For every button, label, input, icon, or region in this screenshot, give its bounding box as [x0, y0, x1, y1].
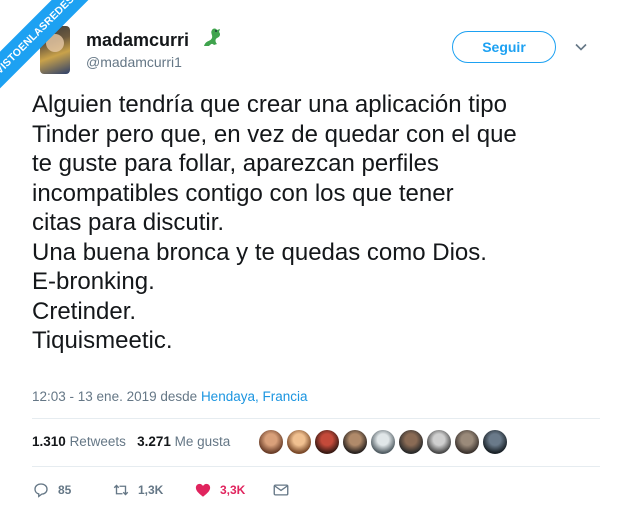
likes-label: Me gusta [174, 434, 231, 449]
like-count: 3,3K [220, 483, 246, 497]
retweets-label: Retweets [69, 434, 126, 449]
liker-avatar[interactable] [314, 429, 340, 455]
tweet-source-label: desde [160, 389, 198, 404]
user-handle[interactable]: @madamcurri1 [86, 54, 182, 70]
likes-count: 3.271 [137, 434, 171, 449]
retweet-count: 1,3K [138, 483, 164, 497]
follow-button[interactable]: Seguir [452, 31, 556, 63]
liker-avatar[interactable] [286, 429, 312, 455]
tweet-text: Alguien tendría que crear una aplicación… [32, 91, 517, 354]
retweet-button[interactable]: 1,3K [112, 481, 163, 499]
heart-icon [195, 483, 211, 497]
chevron-down-icon[interactable] [574, 40, 588, 54]
tweet-timestamp[interactable]: 12:03 - 13 ene. 2019 [32, 389, 157, 404]
like-button[interactable]: 3,3K [194, 481, 245, 499]
reply-count: 85 [58, 483, 72, 497]
dragon-emoji-icon [204, 28, 221, 46]
likes-stat[interactable]: 3.271 Me gusta [137, 434, 230, 449]
divider [32, 418, 600, 419]
user-name[interactable]: madamcurri [86, 30, 189, 51]
liker-avatar[interactable] [398, 429, 424, 455]
liker-avatar[interactable] [426, 429, 452, 455]
tweet-stats: 1.310 Retweets 3.271 Me gusta [32, 434, 230, 449]
tweet-meta: 12:03 - 13 ene. 2019 desde Hendaya, Fran… [32, 389, 308, 404]
liker-avatar[interactable] [370, 429, 396, 455]
envelope-icon [273, 484, 289, 496]
liker-avatar[interactable] [258, 429, 284, 455]
liker-avatar[interactable] [482, 429, 508, 455]
liker-avatar[interactable] [454, 429, 480, 455]
liker-avatar[interactable] [342, 429, 368, 455]
direct-message-button[interactable] [272, 481, 298, 499]
reply-icon [34, 483, 48, 498]
retweet-icon [113, 484, 129, 496]
retweets-count: 1.310 [32, 434, 66, 449]
retweets-stat[interactable]: 1.310 Retweets [32, 434, 126, 449]
reply-button[interactable]: 85 [32, 481, 71, 499]
tweet-location-link[interactable]: Hendaya, Francia [201, 389, 308, 404]
divider [32, 466, 600, 467]
